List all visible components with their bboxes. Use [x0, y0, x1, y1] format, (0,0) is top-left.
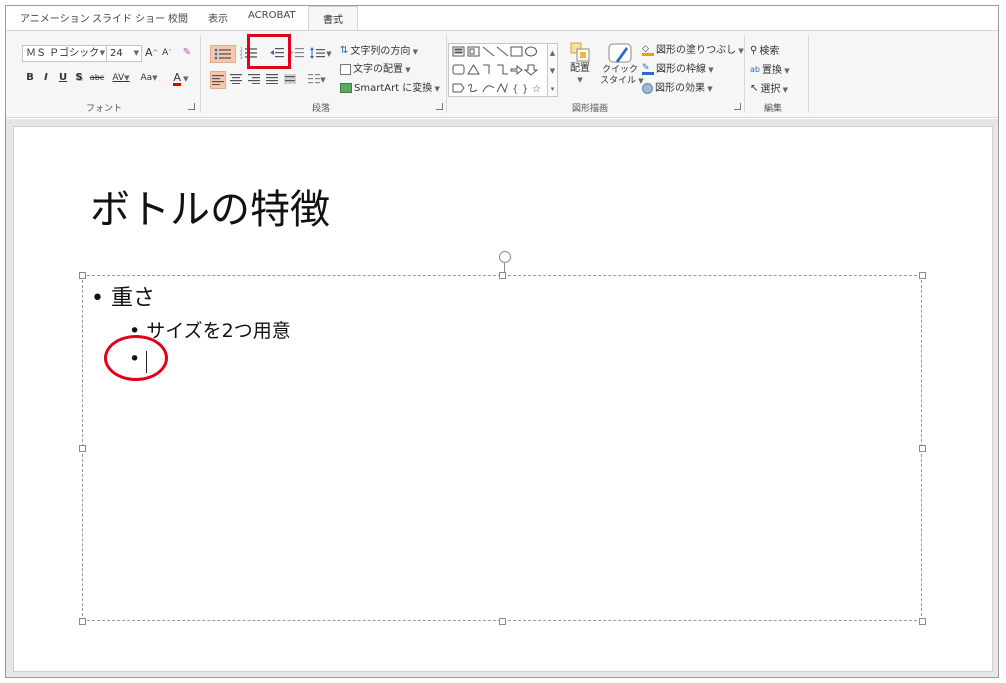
ribbon-separator [808, 35, 809, 113]
tab-slideshow[interactable]: スライド ショー [92, 10, 165, 25]
replace-label: 置換 [761, 65, 782, 76]
quick-styles-label-2: スタイル ▼ [600, 76, 644, 86]
annotation-highlight-circle [104, 335, 168, 381]
quick-styles-icon [608, 43, 632, 63]
svg-text:☆: ☆ [532, 84, 541, 95]
editing-group-label: 編集 [764, 104, 783, 114]
replace-icon: ab [750, 65, 760, 74]
resize-handle-top-left[interactable] [79, 272, 86, 279]
shape-outline-button[interactable]: ✎ 図形の枠線 ▼ [642, 62, 714, 78]
arrange-button[interactable]: 配置 ▼ [566, 41, 594, 97]
tab-animations[interactable]: アニメーション [20, 10, 90, 25]
pencil-outline-icon: ✎ [642, 63, 654, 75]
tab-format[interactable]: 書式 [308, 6, 358, 30]
gallery-scroll[interactable]: ▲ ▼ ▾ [548, 43, 558, 97]
find-button[interactable]: ⚲ 検索 [750, 43, 779, 60]
quick-styles-label-1: クイック [601, 65, 638, 75]
resize-handle-top-right[interactable] [919, 272, 926, 279]
replace-button[interactable]: ab 置換 ▼ [750, 62, 790, 79]
ribbon: ＭＳ Ｐゴシック ▼ 24 ▼ A^ Aˇ ✎ B I U S abc AV▼ … [6, 30, 998, 118]
resize-handle-bottom[interactable] [499, 618, 506, 625]
content-placeholder[interactable]: • 重さ • サイズを2つ用意 • [79, 251, 926, 625]
slide-workspace: ボトルの特徴 • 重さ • サイズを2つ用意 • [6, 119, 998, 677]
svg-text:{: { [512, 84, 518, 95]
drawing-group-label: 図形描画 [572, 104, 609, 114]
slide-canvas[interactable]: ボトルの特徴 • 重さ • サイズを2つ用意 • [13, 126, 993, 672]
select-label: 選択 [760, 84, 781, 95]
slide-title[interactable]: ボトルの特徴 [90, 177, 330, 235]
cursor-arrow-icon: ↖ [750, 83, 759, 94]
quick-styles-label-2-text: スタイル [600, 76, 637, 86]
shape-fill-label: 図形の塗りつぶし [656, 45, 737, 56]
quick-styles-button[interactable]: クイック スタイル ▼ [600, 41, 644, 101]
select-button[interactable]: ↖ 選択 ▼ [750, 81, 788, 98]
shapes-gallery[interactable]: { } ☆ [448, 43, 548, 97]
bullet-text: 重さ [110, 286, 155, 311]
bullet-level1[interactable]: • 重さ [91, 280, 155, 312]
arrange-icon [570, 42, 590, 62]
arrange-label: 配置 [570, 63, 590, 74]
ribbon-separator [744, 35, 745, 113]
shape-outline-label: 図形の枠線 [656, 64, 706, 75]
shapes-gallery-icons: { } ☆ [452, 46, 541, 95]
shape-effects-button[interactable]: 図形の効果 ▼ [642, 81, 713, 97]
shape-effects-label: 図形の効果 [655, 83, 705, 94]
bullet-text: サイズを2つ用意 [146, 320, 291, 342]
resize-handle-bottom-right[interactable] [919, 618, 926, 625]
resize-handle-top[interactable] [499, 272, 506, 279]
resize-handle-right[interactable] [919, 445, 926, 452]
drawing-group: { } ☆ ▲ ▼ ▾ 配置 ▼ クイック スタイル ▼ ◇ 図形の塗りつぶし … [6, 31, 746, 117]
find-label: 検索 [759, 46, 780, 57]
shape-fill-button[interactable]: ◇ 図形の塗りつぶし ▼ [642, 43, 744, 59]
ribbon-tab-bar: アニメーション スライド ショー 校閲 表示 ACROBAT 書式 [6, 6, 998, 30]
tab-review[interactable]: 校閲 [168, 10, 188, 25]
editing-group: ⚲ 検索 ab 置換 ▼ ↖ 選択 ▼ 編集 [746, 31, 806, 117]
paint-bucket-icon: ◇ [642, 44, 654, 56]
resize-handle-bottom-left[interactable] [79, 618, 86, 625]
drawing-dialog-launcher[interactable] [734, 103, 741, 110]
svg-text:}: } [522, 84, 528, 95]
rotate-handle-icon[interactable] [499, 251, 511, 263]
resize-handle-left[interactable] [79, 445, 86, 452]
shape-effects-icon [642, 82, 653, 94]
tab-acrobat[interactable]: ACROBAT [248, 10, 296, 21]
tab-view[interactable]: 表示 [208, 10, 228, 25]
binoculars-icon: ⚲ [750, 45, 758, 56]
annotation-highlight-rect [247, 34, 291, 69]
